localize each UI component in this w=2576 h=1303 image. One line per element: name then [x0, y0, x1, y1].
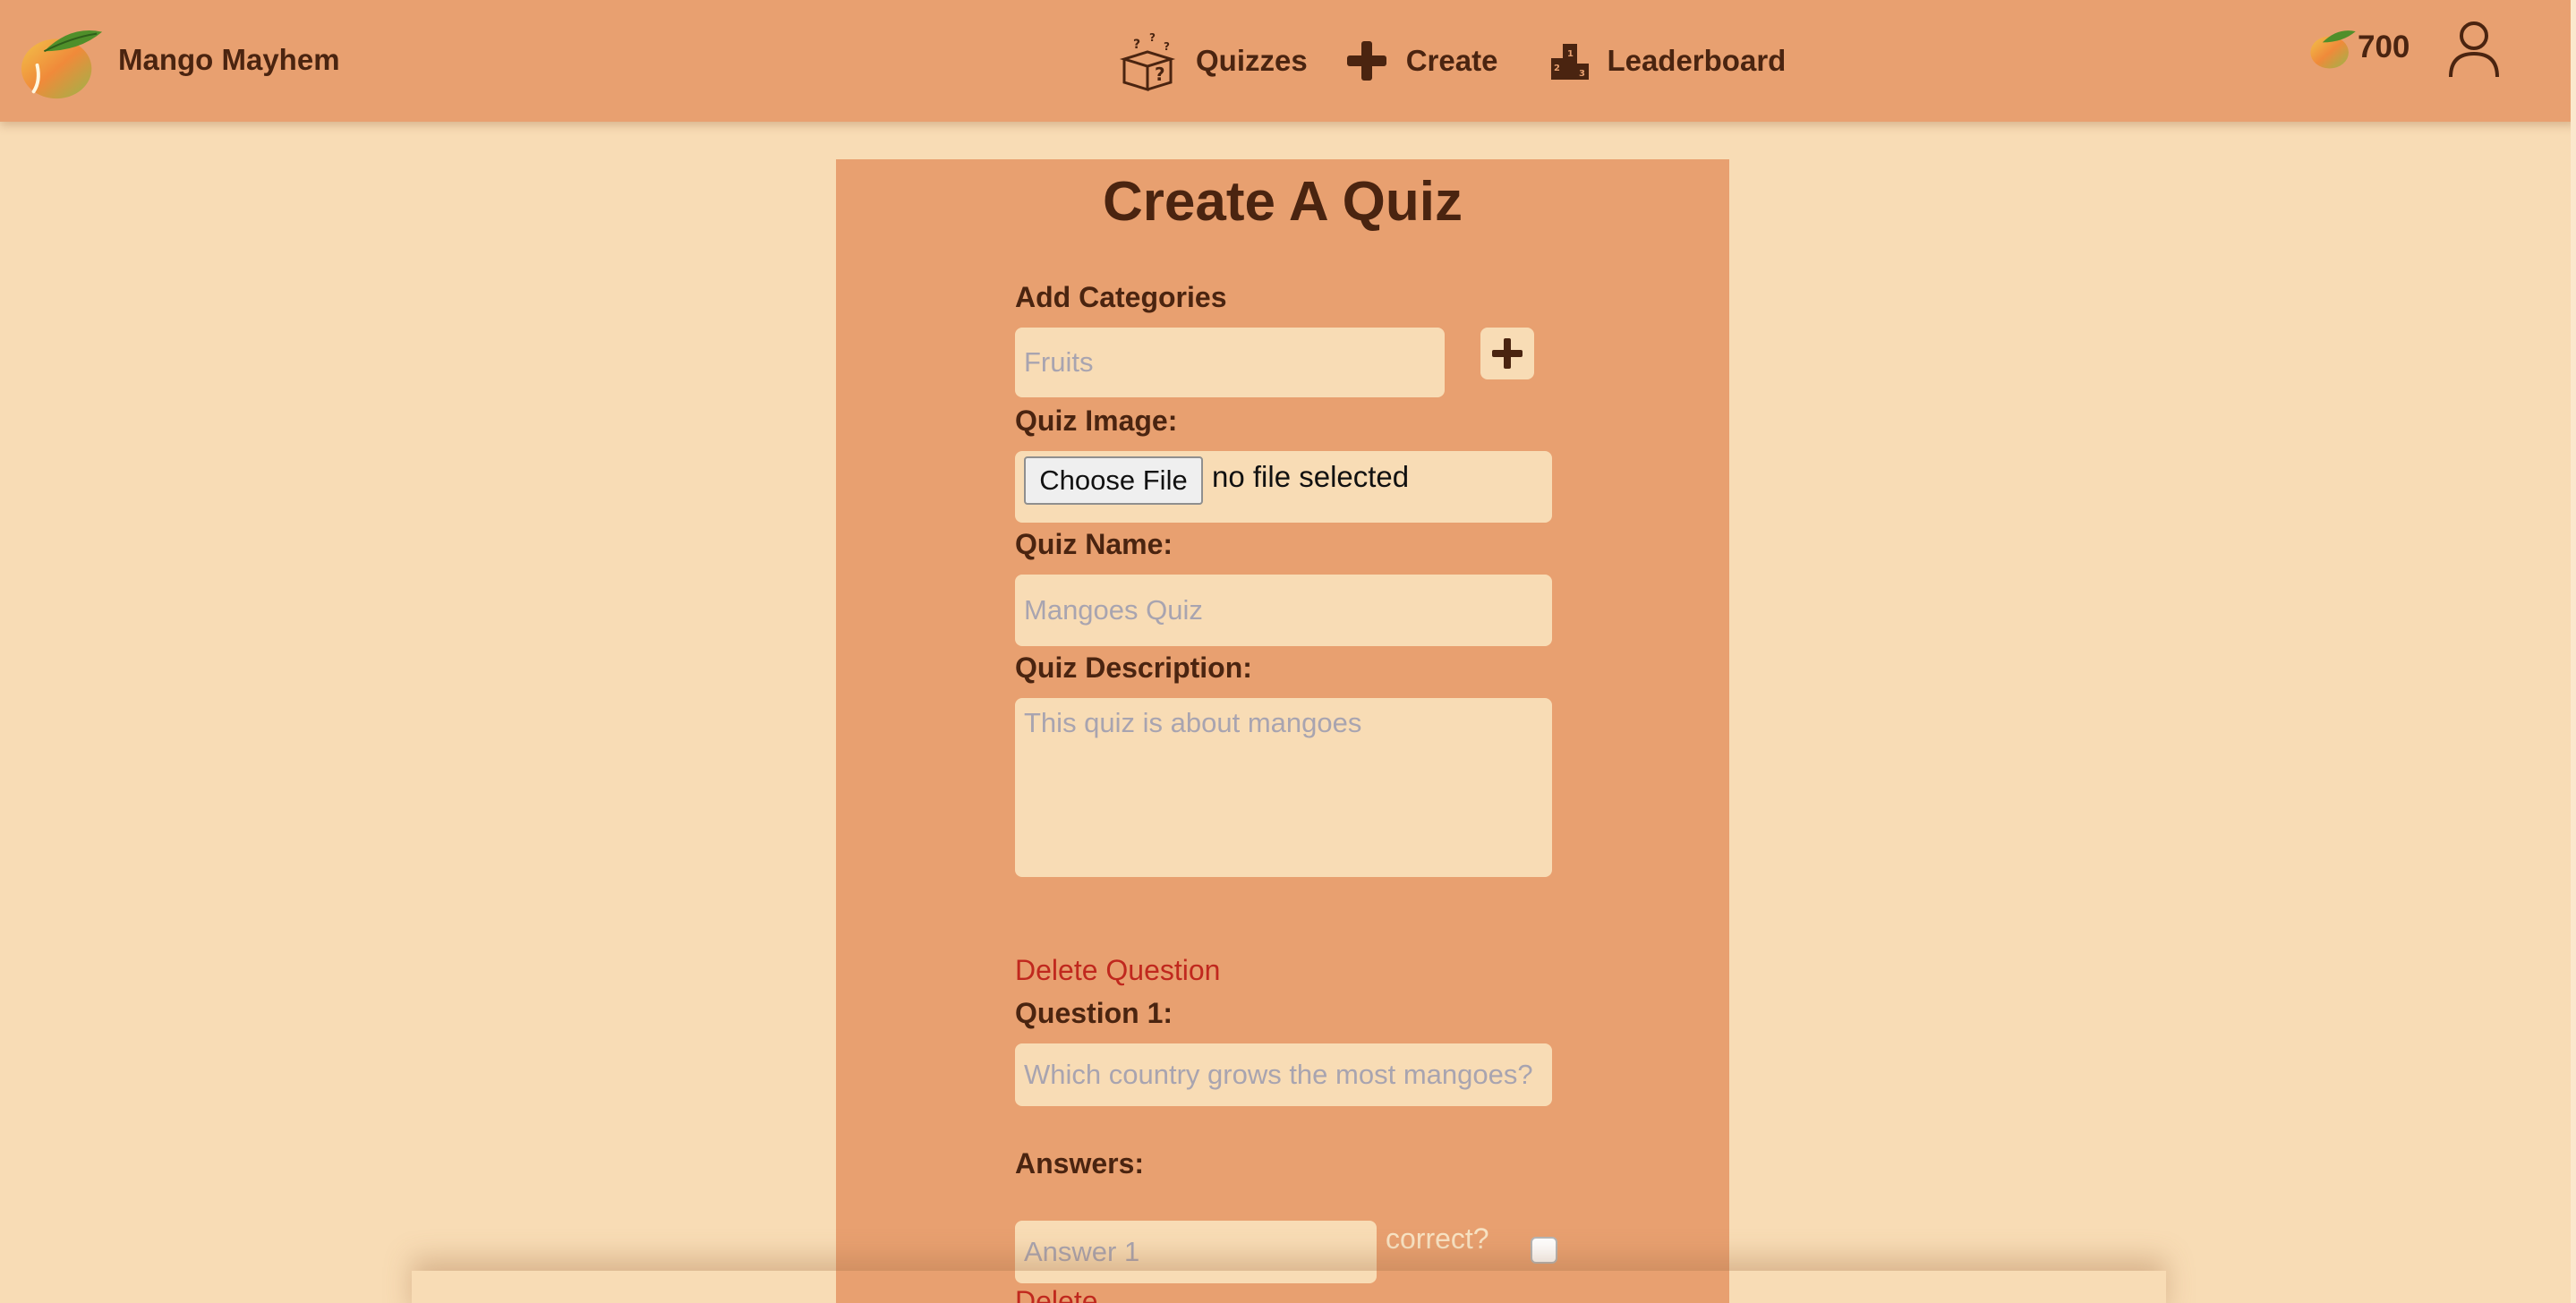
choose-file-button[interactable]: Choose File [1024, 456, 1203, 505]
quiz-image-label: Quiz Image: [1015, 405, 1178, 437]
quiz-name-label: Quiz Name: [1015, 528, 1173, 560]
create-quiz-card: Create A Quiz Add Categories Quiz Image:… [836, 159, 1729, 1303]
correct-checkbox[interactable] [1531, 1237, 1557, 1264]
mango-logo-icon [21, 30, 103, 99]
correct-label: correct? [1386, 1222, 1489, 1255]
nav-quizzes[interactable]: ? ? ? ? Quizzes [1115, 29, 1308, 93]
page-title: Create A Quiz [1103, 171, 1463, 233]
quiz-dice-icon: ? ? ? ? [1119, 31, 1176, 92]
page-scrollbar[interactable] [2571, 0, 2576, 1303]
svg-text:2: 2 [1554, 64, 1560, 73]
file-status: no file selected [1212, 460, 1410, 493]
svg-text:3: 3 [1579, 69, 1585, 79]
quiz-description-input[interactable] [1015, 698, 1552, 877]
coin-count: 700 [2358, 30, 2410, 64]
main-nav: ? ? ? ? Quizzes Create 1 2 3 Leaderboard [1115, 21, 1786, 100]
svg-text:?: ? [1164, 40, 1170, 53]
brand-name: Mango Mayhem [118, 43, 340, 76]
category-input[interactable] [1015, 328, 1445, 397]
mango-coin-icon [2310, 30, 2356, 69]
quiz-description-label: Quiz Description: [1015, 652, 1252, 684]
svg-text:?: ? [1149, 31, 1156, 44]
quiz-image-input: Choose File no file selected [1015, 451, 1552, 523]
nav-quizzes-label: Quizzes [1196, 44, 1308, 77]
svg-text:1: 1 [1567, 49, 1574, 59]
answers-label: Answers: [1015, 1147, 1145, 1180]
brand[interactable]: Mango Mayhem [18, 16, 340, 104]
nav-leaderboard[interactable]: 1 2 3 Leaderboard [1549, 40, 1786, 81]
coin-balance: 700 [2307, 21, 2410, 73]
delete-question-button[interactable]: Delete Question [1015, 954, 1220, 987]
question-input[interactable] [1015, 1043, 1552, 1106]
top-nav-bar: Mango Mayhem ? ? ? ? Quizzes Create 1 2 … [0, 0, 2576, 122]
podium-icon: 1 2 3 [1551, 44, 1590, 80]
plus-icon [1492, 338, 1523, 369]
svg-text:?: ? [1133, 38, 1140, 52]
user-profile-icon[interactable] [2447, 20, 2501, 79]
page-bottom-shadow [412, 1271, 2166, 1303]
question-label: Question 1: [1015, 997, 1173, 1029]
plus-icon [1346, 41, 1386, 81]
nav-leaderboard-label: Leaderboard [1607, 44, 1787, 77]
nav-create[interactable]: Create [1343, 38, 1498, 84]
categories-label: Add Categories [1015, 281, 1227, 313]
svg-text:?: ? [1155, 64, 1165, 85]
quiz-name-input[interactable] [1015, 575, 1552, 646]
add-category-button[interactable] [1480, 328, 1534, 379]
nav-create-label: Create [1405, 44, 1498, 77]
